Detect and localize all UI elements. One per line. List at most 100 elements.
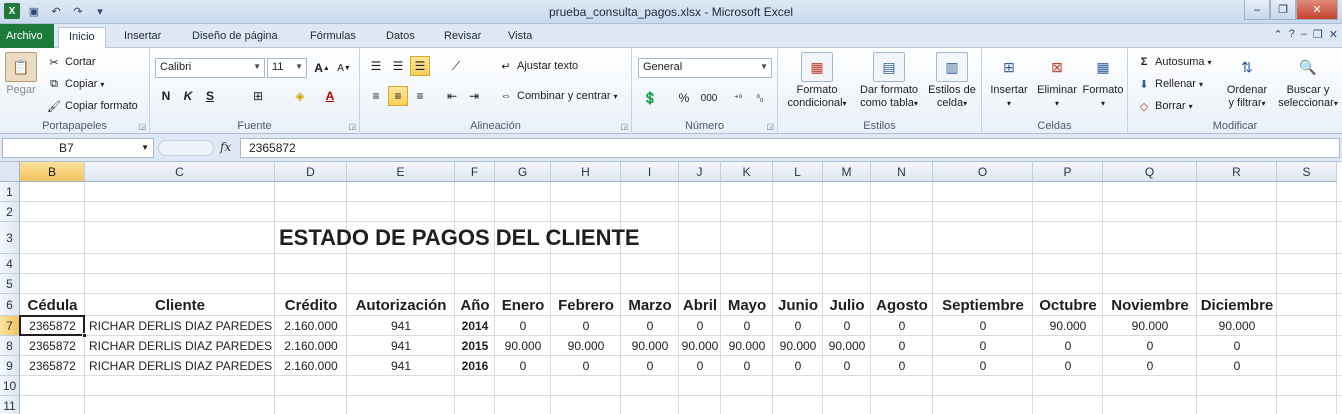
data-cell[interactable]: 2.160.000 xyxy=(275,356,347,376)
data-cell[interactable]: 0 xyxy=(1197,356,1277,376)
data-cell[interactable]: 90.000 xyxy=(823,336,871,356)
data-cell[interactable]: 0 xyxy=(621,356,679,376)
tab-diseno-pagina[interactable]: Diseño de página xyxy=(182,27,288,48)
thousands-button[interactable]: 000 xyxy=(696,88,722,108)
data-cell[interactable]: 2.160.000 xyxy=(275,316,347,336)
data-cell[interactable]: 90.000 xyxy=(773,336,823,356)
paste-button[interactable]: 📋 Pegar xyxy=(4,52,38,97)
header-cell[interactable]: Año xyxy=(455,294,495,316)
data-cell[interactable]: 0 xyxy=(773,356,823,376)
data-cell[interactable]: 90.000 xyxy=(621,336,679,356)
help-icon[interactable]: ? xyxy=(1289,28,1295,41)
row-header-6[interactable]: 6 xyxy=(0,294,20,316)
row-header-5[interactable]: 5 xyxy=(0,274,20,294)
autosum-button[interactable]: Σ Autosuma ▾ xyxy=(1136,54,1212,70)
tab-revisar[interactable]: Revisar xyxy=(434,27,491,48)
data-cell[interactable]: 2.160.000 xyxy=(275,336,347,356)
font-color-icon[interactable]: A xyxy=(320,86,340,106)
tab-vista[interactable]: Vista xyxy=(498,27,542,48)
header-cell[interactable]: Febrero xyxy=(551,294,621,316)
column-header-b[interactable]: B xyxy=(20,162,85,182)
data-cell[interactable]: 941 xyxy=(347,356,455,376)
data-cell[interactable]: 90.000 xyxy=(1197,316,1277,336)
data-cell[interactable]: 0 xyxy=(721,356,773,376)
number-launcher-icon[interactable]: ◲ xyxy=(766,122,774,131)
orientation-icon[interactable]: ⟋ xyxy=(446,56,466,76)
data-cell[interactable]: 90.000 xyxy=(495,336,551,356)
header-cell[interactable]: Enero xyxy=(495,294,551,316)
data-cell[interactable]: 0 xyxy=(1197,336,1277,356)
header-cell[interactable]: Abril xyxy=(679,294,721,316)
worksheet-grid[interactable]: B C D E F G H I J K L M N O P Q R S 1 2 3 4 5 6 7 8 9 10 11 ESTADO DE… xyxy=(0,162,1342,414)
format-as-table-button[interactable]: ▤ Dar formato como tabla▾ xyxy=(854,52,924,110)
data-cell[interactable]: 0 xyxy=(551,356,621,376)
row-header-9[interactable]: 9 xyxy=(0,356,20,376)
data-cell[interactable]: 90.000 xyxy=(551,336,621,356)
data-cell[interactable]: RICHAR DERLIS DIAZ PAREDES xyxy=(85,316,275,336)
fill-button[interactable]: ⬇ Rellenar ▾ xyxy=(1136,76,1203,92)
report-title[interactable]: ESTADO DE PAGOS DEL CLIENTE xyxy=(279,222,640,254)
column-header-g[interactable]: G xyxy=(495,162,551,182)
row-header-7[interactable]: 7 xyxy=(0,316,20,336)
header-cell[interactable]: Diciembre xyxy=(1197,294,1277,316)
header-cell[interactable]: Noviembre xyxy=(1103,294,1197,316)
header-cell[interactable]: Junio xyxy=(773,294,823,316)
column-header-n[interactable]: N xyxy=(871,162,933,182)
increase-decimal-icon[interactable]: ⁺⁰ xyxy=(728,88,748,108)
minimize-ribbon-icon[interactable]: ⌃ xyxy=(1273,28,1282,41)
column-header-o[interactable]: O xyxy=(933,162,1033,182)
align-center-icon[interactable]: ≡ xyxy=(388,86,408,106)
column-header-c[interactable]: C xyxy=(85,162,275,182)
data-cell[interactable]: 0 xyxy=(773,316,823,336)
copy-button[interactable]: ⧉ Copiar ▾ xyxy=(46,76,104,92)
row-header-8[interactable]: 8 xyxy=(0,336,20,356)
data-cell[interactable]: 0 xyxy=(495,356,551,376)
minimize-button[interactable]: – xyxy=(1244,0,1270,20)
data-cell[interactable]: 90.000 xyxy=(721,336,773,356)
header-cell[interactable]: Autorización xyxy=(347,294,455,316)
window-minimize-icon[interactable]: – xyxy=(1301,28,1307,41)
find-select-button[interactable]: 🔍 Buscar y seleccionar▾ xyxy=(1276,52,1340,110)
format-painter-button[interactable]: 🖌 Copiar formato xyxy=(46,98,138,114)
fill-handle[interactable] xyxy=(82,333,87,338)
font-size-combo[interactable]: 11 ▼ xyxy=(267,58,307,78)
cell-styles-button[interactable]: ▥ Estilos de celda▾ xyxy=(924,52,980,110)
active-cell-selection[interactable] xyxy=(19,315,87,338)
name-box[interactable]: B7 ▼ xyxy=(2,138,154,158)
tab-archivo[interactable]: Archivo xyxy=(0,24,54,48)
data-cell[interactable]: 90.000 xyxy=(679,336,721,356)
header-cell[interactable]: Mayo xyxy=(721,294,773,316)
increase-indent-icon[interactable]: ⇥ xyxy=(464,86,484,106)
header-cell[interactable]: Septiembre xyxy=(933,294,1033,316)
clipboard-launcher-icon[interactable]: ◲ xyxy=(138,122,146,131)
header-cell[interactable]: Agosto xyxy=(871,294,933,316)
data-cell[interactable]: 0 xyxy=(679,356,721,376)
data-cell[interactable]: 2015 xyxy=(455,336,495,356)
wrap-text-button[interactable]: ↵ Ajustar texto xyxy=(498,58,578,74)
column-header-i[interactable]: I xyxy=(621,162,679,182)
data-cell[interactable]: 90.000 xyxy=(1033,316,1103,336)
sort-filter-button[interactable]: ⇅ Ordenar y filtrar▾ xyxy=(1220,52,1274,110)
column-header-p[interactable]: P xyxy=(1033,162,1103,182)
header-cell[interactable]: Crédito xyxy=(275,294,347,316)
select-all-corner[interactable] xyxy=(0,162,20,182)
conditional-format-button[interactable]: ▦ Formato condicional▾ xyxy=(782,52,852,110)
data-cell[interactable]: 0 xyxy=(1103,356,1197,376)
data-cell[interactable]: 0 xyxy=(933,316,1033,336)
font-launcher-icon[interactable]: ◲ xyxy=(348,122,356,131)
underline-button[interactable]: S xyxy=(200,86,220,106)
header-cell[interactable]: Julio xyxy=(823,294,871,316)
borders-icon[interactable]: ⊞ xyxy=(248,86,268,106)
bold-button[interactable]: N xyxy=(156,86,176,106)
column-header-h[interactable]: H xyxy=(551,162,621,182)
formula-input[interactable]: 2365872 xyxy=(240,138,1340,158)
header-cell[interactable]: Octubre xyxy=(1033,294,1103,316)
data-cell[interactable]: 0 xyxy=(1033,356,1103,376)
data-cell[interactable]: 2016 xyxy=(455,356,495,376)
align-right-icon[interactable]: ≡ xyxy=(410,86,430,106)
tab-insertar[interactable]: Insertar xyxy=(114,27,171,48)
alignment-launcher-icon[interactable]: ◲ xyxy=(620,122,628,131)
data-cell[interactable]: 0 xyxy=(1033,336,1103,356)
close-button[interactable]: ✕ xyxy=(1296,0,1338,20)
data-cell[interactable]: 0 xyxy=(933,356,1033,376)
